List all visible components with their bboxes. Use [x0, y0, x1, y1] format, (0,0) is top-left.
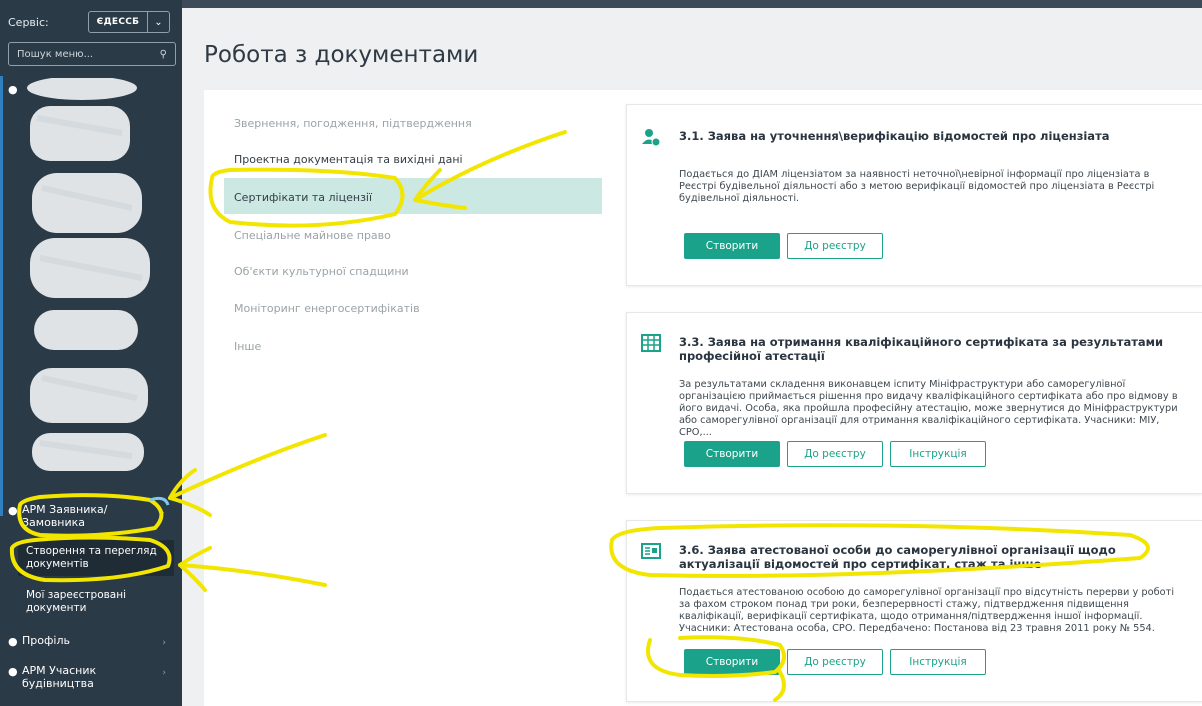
card-description: За результатами складення виконавцем ісп… [679, 379, 1178, 438]
create-button[interactable]: Створити [684, 441, 780, 467]
user-icon: ● [8, 504, 18, 517]
chevron-down-icon: ⌄ [158, 507, 166, 517]
service-label: Сервіс: [8, 15, 49, 29]
document-card: 3.3. Заява на отримання кваліфікаційного… [626, 312, 1202, 494]
certificate-icon [641, 543, 661, 559]
category-item[interactable]: Інше [234, 340, 261, 353]
sidebar-subitem-registered[interactable]: Мої зареєстровані документи [18, 584, 174, 620]
create-button[interactable]: Створити [684, 649, 780, 675]
user-icon: ● [8, 665, 18, 678]
registry-button[interactable]: До реєстру [787, 441, 883, 467]
service-select[interactable]: ЄДЕССБ [88, 11, 148, 33]
create-button[interactable]: Створити [684, 233, 780, 259]
user-icon: ● [8, 635, 18, 648]
category-item[interactable]: Проектна документація та вихідні дані [234, 153, 463, 166]
sidebar-item-label: Профіль [22, 634, 70, 647]
sidebar-item-arm-customer[interactable]: ● АРМ Заявника/ Замовника ⌄ [8, 503, 176, 529]
chevron-right-icon: › [162, 668, 166, 678]
top-bar [182, 0, 1202, 8]
search-placeholder: Пошук меню... [17, 48, 94, 60]
sidebar-item-label: АРМ Учасник будівництва [22, 664, 97, 690]
card-description: Подається до ДІАМ ліцензіатом за наявнос… [679, 169, 1155, 204]
menu-search-input[interactable]: Пошук меню... ⚲ [8, 42, 176, 66]
document-card: 3.1. Заява на уточнення\верифікацію відо… [626, 104, 1202, 286]
registry-button[interactable]: До реєстру [787, 233, 883, 259]
category-item-active[interactable]: Сертифікати та ліцензії [234, 191, 372, 204]
sidebar-item-profile[interactable]: ● Профіль › [8, 634, 176, 648]
sidebar-subitem-create-view[interactable]: Створення та перегляд документів [18, 540, 174, 576]
redaction-scribble [27, 78, 150, 471]
category-item[interactable]: Моніторинг енергосертифікатів [234, 302, 420, 315]
category-item[interactable]: Спеціальне майнове право [234, 229, 391, 242]
sidebar: Сервіс: ЄДЕССБ ⌄ Пошук меню... ⚲ ● ● АРМ… [0, 0, 182, 706]
card-title: 3.6. Заява атестованої особи до саморегу… [679, 543, 1116, 571]
category-item[interactable]: Звернення, погодження, підтвердження [234, 117, 472, 130]
chevron-down-icon[interactable]: ⌄ [148, 11, 170, 33]
sidebar-item-arm-participant[interactable]: ● АРМ Учасник будівництва › [8, 664, 176, 690]
search-icon[interactable]: ⚲ [160, 49, 167, 60]
registry-button[interactable]: До реєстру [787, 649, 883, 675]
instruction-button[interactable]: Інструкція [890, 441, 986, 467]
instruction-button[interactable]: Інструкція [890, 649, 986, 675]
card-title: 3.3. Заява на отримання кваліфікаційного… [679, 335, 1164, 363]
user-license-icon [642, 129, 661, 147]
category-item[interactable]: Об'єкти культурної спадщини [234, 265, 409, 278]
service-selector-row: Сервіс: ЄДЕССБ ⌄ [8, 10, 176, 34]
active-section-indicator [0, 76, 3, 516]
table-icon [641, 334, 661, 352]
card-title: 3.1. Заява на уточнення\верифікацію відо… [679, 129, 1110, 143]
chevron-right-icon: › [162, 638, 166, 648]
card-description: Подається атестованою особою до саморегу… [679, 587, 1175, 634]
page-title: Робота з документами [204, 42, 479, 68]
sidebar-item-label: АРМ Заявника/ Замовника [22, 503, 108, 529]
document-card: 3.6. Заява атестованої особи до саморегу… [626, 520, 1202, 702]
